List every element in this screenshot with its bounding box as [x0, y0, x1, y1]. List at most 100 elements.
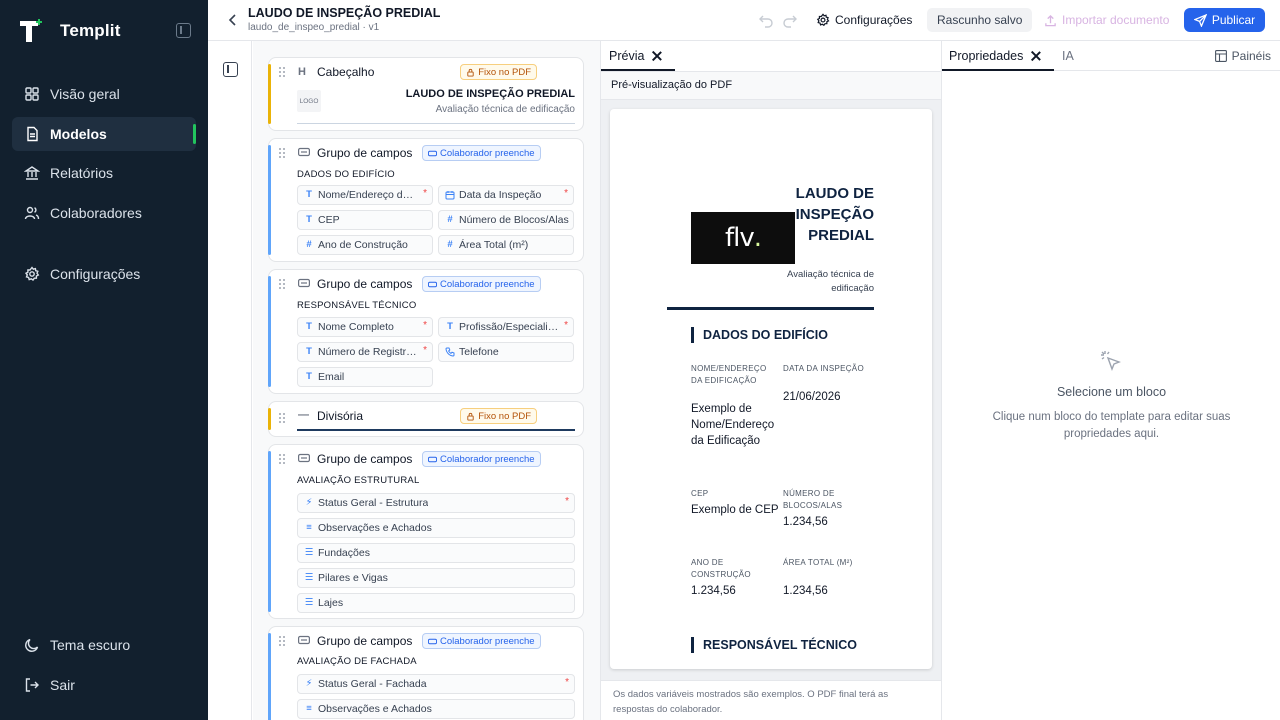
pdf-page: flv. LAUDO DE INSPEÇÃO PREDIAL Avaliação… — [610, 109, 932, 669]
dark-theme-toggle[interactable]: Tema escuro — [12, 628, 196, 662]
import-label: Importar documento — [1062, 13, 1170, 27]
drag-handle-icon[interactable] — [279, 148, 287, 158]
document-slug: laudo_de_inspeo_predial · v1 — [248, 22, 380, 33]
import-document-button[interactable]: Importar documento — [1044, 9, 1169, 31]
preview-footnote: Os dados variáveis mostrados são exemplo… — [601, 680, 942, 720]
field-chip[interactable]: T Nome/Endereço da ... * — [297, 185, 433, 205]
pdf-field-label: DATA DA INSPEÇÃO — [783, 364, 864, 373]
block-title: Divisória — [317, 409, 364, 423]
app-name: Templit — [60, 21, 121, 40]
tab-preview[interactable]: Prévia — [609, 41, 662, 71]
active-indicator — [193, 124, 196, 144]
field-chip[interactable]: T Número de Registro ... * — [297, 342, 433, 362]
field-chip[interactable]: T Profissão/Especialid... * — [438, 317, 574, 337]
text-field-icon: T — [447, 321, 453, 332]
status-icon: ⚡ — [305, 678, 313, 689]
brand[interactable]: Templit — [18, 18, 121, 44]
panels-button[interactable]: Painéis — [1214, 49, 1271, 63]
collaborator-badge: Colaborador preenche — [422, 451, 541, 467]
nav-item-settings[interactable]: Configurações — [12, 257, 196, 291]
redo-icon[interactable] — [782, 12, 798, 28]
field-chip[interactable]: ⚡ Status Geral - Estrutura * — [297, 493, 575, 513]
field-chip[interactable]: # Número de Blocos/Alas — [438, 210, 574, 230]
settings-label: Configurações — [835, 13, 913, 27]
drag-handle-icon[interactable] — [279, 279, 287, 289]
document-title: LAUDO DE INSPEÇÃO PREDIAL — [248, 6, 441, 20]
grid-icon — [24, 86, 40, 102]
number-field-icon: # — [306, 239, 312, 250]
collaborator-badge: Colaborador preenche — [422, 276, 541, 292]
field-chip[interactable]: T Nome Completo * — [297, 317, 433, 337]
pdf-field-label: ÁREA TOTAL (M²) — [783, 558, 853, 567]
field-group-block[interactable]: Grupo de campos Colaborador preenche AVA… — [268, 626, 584, 720]
back-arrow-icon[interactable] — [226, 12, 240, 28]
drag-handle-icon[interactable] — [279, 454, 287, 464]
send-icon — [1193, 13, 1207, 27]
preview-header: Pré-visualização do PDF — [601, 71, 942, 100]
field-icon — [428, 281, 437, 287]
settings-button[interactable]: Configurações — [816, 9, 912, 31]
logout-icon — [24, 677, 40, 693]
field-chip[interactable]: # Área Total (m²) — [438, 235, 574, 255]
empty-state-description: Clique num bloco do template para editar… — [992, 411, 1231, 440]
nav-item-collaborators[interactable]: Colaboradores — [12, 196, 196, 230]
lock-icon — [467, 412, 474, 421]
drag-handle-icon[interactable] — [279, 413, 287, 423]
header-doc-subtitle: Avaliação técnica de edificação — [435, 104, 575, 115]
pdf-title: LAUDO DE INSPEÇÃO PREDIAL — [795, 185, 874, 244]
field-chip[interactable]: ≡ Observações e Achados — [297, 518, 575, 538]
publish-label: Publicar — [1211, 13, 1256, 27]
field-icon — [428, 456, 437, 462]
phone-icon — [445, 347, 455, 357]
logo-placeholder: LOGO — [297, 90, 321, 112]
textarea-icon: ≡ — [306, 703, 312, 714]
tab-ai[interactable]: IA — [1062, 41, 1074, 71]
field-chip[interactable]: Telefone — [438, 342, 574, 362]
drag-handle-icon[interactable] — [279, 67, 287, 77]
field-chip[interactable]: ☰ Fundações — [297, 543, 575, 563]
section-label: AVALIAÇÃO DE FACHADA — [297, 656, 417, 667]
section-label: DADOS DO EDIFÍCIO — [297, 169, 395, 180]
pointer-click-icon — [1099, 349, 1123, 373]
document-icon — [24, 126, 40, 142]
field-group-block[interactable]: Grupo de campos Colaborador preenche RES… — [268, 269, 584, 394]
field-group-block[interactable]: Grupo de campos Colaborador preenche AVA… — [268, 444, 584, 619]
divider-line — [297, 429, 575, 431]
number-field-icon: # — [447, 239, 453, 250]
pdf-section-title: RESPONSÁVEL TÉCNICO — [691, 637, 857, 653]
nav-label: Sair — [50, 677, 75, 693]
field-chip[interactable]: ≡ Observações e Achados — [297, 699, 575, 719]
draft-saved-status: Rascunho salvo — [927, 8, 1033, 32]
logout-button[interactable]: Sair — [12, 668, 196, 702]
calendar-icon — [445, 190, 455, 200]
field-chip[interactable]: ☰ Lajes — [297, 593, 575, 613]
tab-properties[interactable]: Propriedades — [949, 41, 1041, 71]
close-icon[interactable] — [1031, 51, 1041, 61]
nav-item-templates[interactable]: Modelos — [12, 117, 196, 151]
undo-icon[interactable] — [758, 12, 774, 28]
pdf-preview-area: flv. LAUDO DE INSPEÇÃO PREDIAL Avaliação… — [601, 100, 942, 680]
field-chip[interactable]: T CEP — [297, 210, 433, 230]
field-group-block[interactable]: Grupo de campos Colaborador preenche DAD… — [268, 138, 584, 262]
divider-block[interactable]: — Divisória Fixo no PDF — [268, 401, 584, 437]
moon-icon — [24, 637, 40, 653]
template-blocks-panel: H Cabeçalho Fixo no PDF LOGO LAUDO DE IN… — [253, 41, 600, 720]
field-chip[interactable]: ☰ Pilares e Vigas — [297, 568, 575, 588]
publish-button[interactable]: Publicar — [1184, 8, 1265, 32]
field-chip[interactable]: ⚡ Status Geral - Fachada * — [297, 674, 575, 694]
toggle-panel-icon[interactable] — [223, 62, 238, 77]
pdf-divider — [667, 307, 874, 310]
nav-item-overview[interactable]: Visão geral — [12, 77, 196, 111]
field-chip[interactable]: T Email — [297, 367, 433, 387]
text-field-icon: T — [306, 189, 312, 200]
nav-item-reports[interactable]: Relatórios — [12, 156, 196, 190]
header-block[interactable]: H Cabeçalho Fixo no PDF LOGO LAUDO DE IN… — [268, 57, 584, 131]
collapse-sidebar-icon[interactable] — [176, 23, 191, 38]
field-chip[interactable]: Data da Inspeção * — [438, 185, 574, 205]
field-icon — [428, 638, 437, 644]
users-icon — [24, 205, 40, 221]
drag-handle-icon[interactable] — [279, 636, 287, 646]
close-icon[interactable] — [652, 51, 662, 61]
field-chip[interactable]: # Ano de Construção — [297, 235, 433, 255]
pdf-field-label: CEP — [691, 489, 709, 498]
